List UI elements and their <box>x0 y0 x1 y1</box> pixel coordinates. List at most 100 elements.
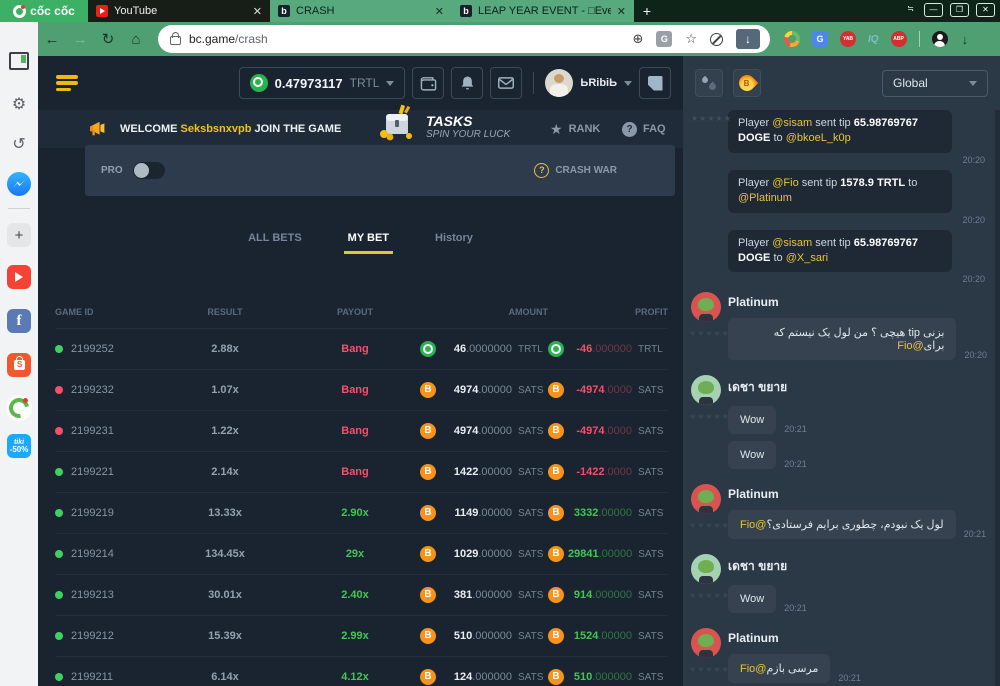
table-row[interactable]: 2199211 6.14x 4.12x 124.000000 SATS 510.… <box>55 657 668 686</box>
table-row[interactable]: 2199231 1.22x Bang 4974.00000 SATS -4974… <box>55 411 668 452</box>
url-input[interactable]: bc.game/crash ⊕ G ☆ ↓ <box>158 25 770 53</box>
amount-currency: SATS <box>518 385 548 396</box>
table-row[interactable]: 2199221 2.14x Bang 1422.00000 SATS -1422… <box>55 452 668 493</box>
new-tab-button[interactable]: + <box>634 0 660 22</box>
bubble-list: بزنی tip هیچی ؟ من لول یک نیستم که برای@… <box>728 318 987 360</box>
pro-toggle[interactable] <box>133 162 165 179</box>
wallet-button[interactable] <box>412 67 444 99</box>
bookmark-star-icon[interactable]: ☆ <box>685 31 697 47</box>
amount-cell: 1029.00000 SATS <box>420 546 548 562</box>
mention-link[interactable]: @Platinum <box>738 192 792 204</box>
amount-cell: 510.000000 SATS <box>420 628 548 644</box>
table-row[interactable]: 2199212 15.39x 2.99x 510.000000 SATS 152… <box>55 616 668 657</box>
reload-icon[interactable]: ↻ <box>94 30 122 48</box>
mention-link[interactable]: @bkoeL_k0p <box>786 132 851 144</box>
rain-button[interactable] <box>695 69 723 97</box>
chat-avatar[interactable] <box>691 375 721 405</box>
chat-avatar[interactable] <box>691 484 721 514</box>
coccoc-brand[interactable]: cốc cốc <box>0 0 88 22</box>
translate-page-icon[interactable]: G <box>656 31 672 47</box>
faq-button[interactable]: ? FAQ <box>622 110 666 148</box>
notifications-button[interactable] <box>451 67 483 99</box>
browser-tab[interactable]: b LEAP YEAR EVENT - □Event - ✕ <box>452 0 634 22</box>
tiki-shortcut-icon[interactable]: tiki -50% <box>7 434 31 458</box>
speed-mode-icon[interactable]: ≒ <box>903 3 917 17</box>
chat-username[interactable]: เดชา ขยาย <box>728 557 987 576</box>
chat-avatar[interactable] <box>691 554 721 584</box>
settings-gear-icon[interactable]: ⚙ <box>12 94 26 114</box>
home-icon[interactable]: ⌂ <box>122 31 150 48</box>
chat-username[interactable]: Platinum <box>728 487 987 501</box>
browser-window: cốc cốc YouTube ✕ b CRASH ✕ b LEAP YEA <box>0 0 1000 686</box>
table-row[interactable]: 2199213 30.01x 2.40x 381.000000 SATS 914… <box>55 575 668 616</box>
browser-tab[interactable]: YouTube ✕ <box>88 0 270 22</box>
amount-currency: SATS <box>518 508 548 519</box>
translate-extension-icon[interactable]: G <box>812 31 828 47</box>
chat-toggle-button[interactable] <box>639 67 671 99</box>
bet-tab[interactable]: MY BET <box>348 232 389 254</box>
browser-tab[interactable]: b CRASH ✕ <box>270 0 452 22</box>
user-message-group: ★★★★★ Platinum بزنی tip هیچی ؟ من لول یک… <box>691 292 987 367</box>
chat-avatar[interactable] <box>691 628 721 658</box>
forward-icon[interactable]: → <box>66 31 94 48</box>
chat-avatar[interactable] <box>691 292 721 322</box>
tasks-banner-button[interactable]: TASKS SPIN YOUR LUCK <box>376 104 510 142</box>
coin-drop-button[interactable]: B <box>733 69 761 97</box>
mention-link[interactable]: @sisam <box>772 237 812 249</box>
facebook-shortcut-icon[interactable]: f <box>7 309 31 333</box>
bets-table: GAME ID RESULT PAYOUT AMOUNT PROFIT 2199… <box>55 296 668 686</box>
mention-link[interactable]: @Fio <box>897 340 923 352</box>
mention-link[interactable]: @sisam <box>772 117 812 129</box>
table-row[interactable]: 2199219 13.33x 2.90x 1149.00000 SATS 333… <box>55 493 668 534</box>
mention-link[interactable]: @Fio <box>740 519 766 531</box>
table-row[interactable]: 2199214 134.45x 29x 1029.00000 SATS 2984… <box>55 534 668 575</box>
chat-channel-select[interactable]: Global <box>882 70 988 97</box>
tab-close-icon[interactable]: ✕ <box>253 5 262 18</box>
table-row[interactable]: 2199252 2.88x Bang 46.0000000 TRTL -46.0… <box>55 329 668 370</box>
history-icon[interactable]: ↺ <box>12 134 25 154</box>
mention-link[interactable]: @Fio <box>772 177 798 189</box>
tab-close-icon[interactable]: ✕ <box>617 5 626 18</box>
col-game-id: GAME ID <box>55 307 160 317</box>
rank-button[interactable]: ★ RANK <box>550 110 600 148</box>
user-avatar[interactable] <box>545 69 573 97</box>
trtl-coin-icon <box>250 74 268 92</box>
currency-coin-icon <box>420 628 436 644</box>
chat-scrollbar[interactable] <box>995 110 1000 686</box>
minimize-button[interactable]: — <box>924 3 943 17</box>
sidebar-toggle-icon[interactable] <box>9 52 29 70</box>
shield-icon[interactable] <box>710 33 723 46</box>
chat-messages[interactable]: ★★★★★ Player @sisam sent tip 65.98769767… <box>683 110 995 686</box>
chat-username[interactable]: เดชา ขยาย <box>728 378 987 397</box>
profile-icon[interactable] <box>932 31 948 47</box>
shopee-shortcut-icon[interactable] <box>7 353 31 377</box>
close-button[interactable]: ✕ <box>976 3 995 17</box>
menu-hamburger-icon[interactable] <box>56 75 78 91</box>
add-bookmark-icon[interactable]: ⊕ <box>632 31 643 47</box>
bet-tab[interactable]: History <box>435 232 473 254</box>
download-page-button[interactable]: ↓ <box>736 29 760 49</box>
balance-selector[interactable]: 0.47973117 TRTL <box>239 67 406 99</box>
coccoc-game-shortcut-icon[interactable] <box>6 395 32 421</box>
mention-link[interactable]: @X_sari <box>786 252 828 264</box>
adblock-wheel-icon[interactable] <box>784 31 800 47</box>
crash-war-link[interactable]: ? CRASH WAR <box>534 163 617 178</box>
add-shortcut-button[interactable]: + <box>7 223 31 247</box>
table-row[interactable]: 2199232 1.07x Bang 4974.00000 SATS -4974… <box>55 370 668 411</box>
rank-star-icon: ★ <box>550 121 563 138</box>
abp-extension-icon[interactable]: ABP <box>891 31 907 47</box>
tab-close-icon[interactable]: ✕ <box>435 5 444 18</box>
yab-extension-icon[interactable]: YAB <box>840 31 856 47</box>
username-label[interactable]: ЬRibiЬ <box>580 77 617 89</box>
downloads-icon[interactable]: ↓ <box>962 32 969 47</box>
bet-tab[interactable]: ALL BETS <box>248 232 302 254</box>
back-icon[interactable]: ← <box>38 31 66 48</box>
messages-button[interactable] <box>490 67 522 99</box>
messenger-icon[interactable] <box>7 172 31 196</box>
chat-username[interactable]: Platinum <box>728 295 987 309</box>
maximize-button[interactable]: ❐ <box>950 3 969 17</box>
youtube-shortcut-icon[interactable] <box>7 265 31 289</box>
iq-extension-icon[interactable]: IQ <box>868 34 879 45</box>
chat-username[interactable]: Platinum <box>728 631 987 645</box>
mention-link[interactable]: @Fio <box>740 663 766 675</box>
